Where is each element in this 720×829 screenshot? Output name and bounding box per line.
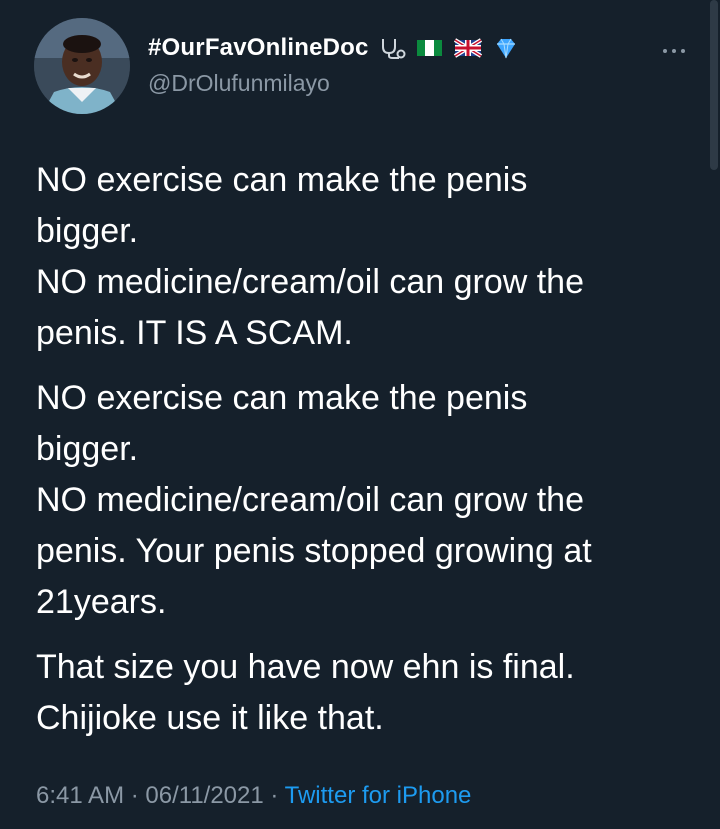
tweet-line: NO exercise can make the penis xyxy=(36,379,528,417)
author-names: #OurFavOnlineDoc @DrOlufunmilayo xyxy=(148,32,521,97)
tweet: #OurFavOnlineDoc @DrOlufunmilayo NO exer… xyxy=(0,0,720,829)
meta-separator: · xyxy=(263,782,285,809)
more-options-icon[interactable] xyxy=(654,42,694,60)
tweet-line: penis. Your penis stopped growing at xyxy=(36,532,592,570)
tweet-line: 21years. xyxy=(36,583,167,621)
tweet-time[interactable]: 6:41 AM xyxy=(36,782,124,809)
tweet-line: NO medicine/cream/oil can grow the xyxy=(36,481,585,519)
tweet-line: penis. IT IS A SCAM. xyxy=(36,314,353,352)
avatar[interactable] xyxy=(34,18,130,114)
tweet-line: Chijioke use it like that. xyxy=(36,699,384,737)
tweet-paragraph: That size you have now ehn is final. Chij… xyxy=(36,642,686,744)
tweet-line: bigger. xyxy=(36,212,139,250)
meta-separator: · xyxy=(124,782,146,809)
tweet-paragraph: NO exercise can make the penis bigger. NO … xyxy=(36,155,686,359)
gem-icon xyxy=(491,37,521,59)
tweet-line: NO medicine/cream/oil can grow the xyxy=(36,263,585,301)
tweet-header: #OurFavOnlineDoc @DrOlufunmilayo xyxy=(34,18,694,118)
nigeria-flag-icon xyxy=(415,37,445,59)
uk-flag-icon xyxy=(453,37,483,59)
tweet-meta: 6:41 AM · 06/11/2021 · Twitter for iPhon… xyxy=(36,782,471,810)
tweet-line: bigger. xyxy=(36,430,139,468)
scrollbar[interactable] xyxy=(710,0,718,170)
display-name-row: #OurFavOnlineDoc xyxy=(148,32,521,64)
stethoscope-icon xyxy=(377,37,407,59)
display-name[interactable]: #OurFavOnlineDoc xyxy=(148,34,369,62)
tweet-line: NO exercise can make the penis xyxy=(36,161,528,199)
tweet-date[interactable]: 06/11/2021 xyxy=(145,782,263,809)
tweet-line: That size you have now ehn is final. xyxy=(36,648,575,686)
author-handle[interactable]: @DrOlufunmilayo xyxy=(148,70,521,97)
tweet-paragraph: NO exercise can make the penis bigger. NO … xyxy=(36,373,686,628)
tweet-text: NO exercise can make the penis bigger. NO … xyxy=(36,155,686,758)
tweet-source[interactable]: Twitter for iPhone xyxy=(285,782,472,809)
